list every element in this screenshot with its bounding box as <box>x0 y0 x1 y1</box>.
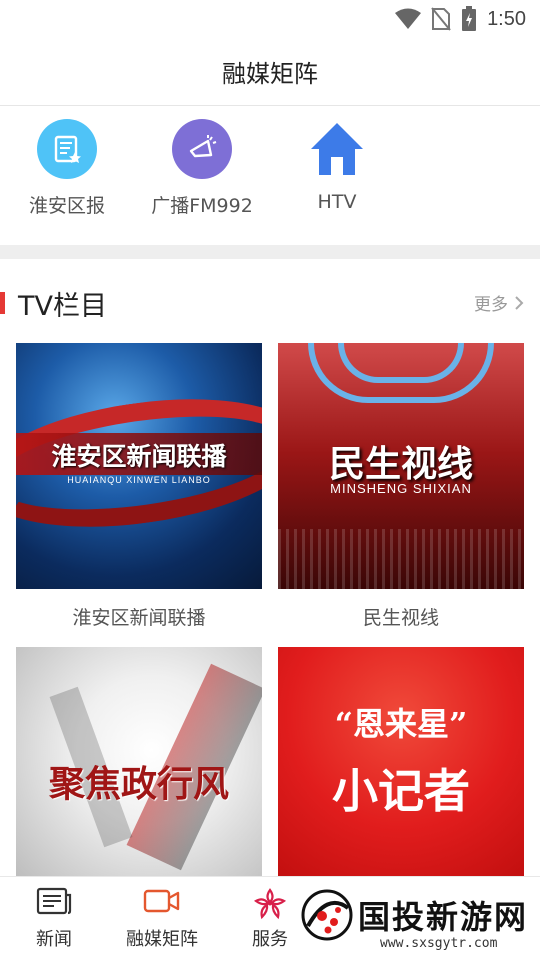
program-title: 淮安区新闻联播 <box>72 607 206 629</box>
watermark-text: 国投新游网 <box>358 898 529 936</box>
watermark-logo-icon <box>301 889 353 941</box>
section-accent-bar <box>0 292 5 314</box>
status-bar: 1:50 <box>0 0 540 38</box>
section-divider <box>0 245 540 259</box>
program-title: 民生视线 <box>362 607 439 629</box>
tab-media-matrix[interactable]: 融媒矩阵 <box>112 887 212 951</box>
thumbnail-title: 民生视线 <box>328 444 473 485</box>
news-icon <box>36 887 72 915</box>
clock: 1:50 <box>487 7 526 30</box>
newspaper-icon <box>37 119 97 179</box>
thumbnail-subtitle: MINSHENG SHIXIAN <box>330 481 472 496</box>
app-header: 融媒矩阵 <box>0 38 540 106</box>
quick-link-label: 广播FM992 <box>151 195 253 217</box>
more-link[interactable]: 更多 <box>474 290 524 315</box>
video-camera-icon <box>143 889 180 913</box>
program-thumbnail: “恩来星” 小记者 <box>278 647 524 877</box>
section-title: TV栏目 <box>18 291 107 322</box>
thumbnail-title: 淮安区新闻联播 <box>51 442 227 471</box>
tv-program-card[interactable]: 民生视线 MINSHENG SHIXIAN 民生视线 <box>278 343 524 630</box>
thumbnail-title: 小记者 <box>332 764 470 818</box>
watermark: 国投新游网 www.sxsgytr.com <box>290 880 540 960</box>
watermark-url: www.sxsgytr.com <box>380 936 498 951</box>
program-thumbnail: 民生视线 MINSHENG SHIXIAN <box>278 343 524 589</box>
quick-links: 淮安区报 广播FM992 HTV <box>0 107 540 245</box>
thumbnail-subtitle: HUAIANQU XINWEN LIANBO <box>67 475 211 485</box>
tab-news[interactable]: 新闻 <box>4 887 104 951</box>
quick-link-label: HTV <box>317 191 357 213</box>
program-thumbnail: 聚焦政行风 <box>16 647 262 877</box>
home-icon <box>307 119 367 179</box>
tab-label: 融媒矩阵 <box>126 929 198 950</box>
section-header: TV栏目 更多 <box>0 272 540 332</box>
chevron-right-icon <box>515 295 524 310</box>
quick-link-newspaper[interactable]: 淮安区报 <box>2 119 132 218</box>
tab-label: 新闻 <box>36 929 72 950</box>
tv-program-card[interactable]: 聚焦政行风 <box>16 647 262 891</box>
program-thumbnail: 淮安区新闻联播 HUAIANQU XINWEN LIANBO <box>16 343 262 589</box>
tv-program-card[interactable]: “恩来星” 小记者 <box>278 647 524 891</box>
no-sim-icon <box>431 7 451 31</box>
more-label: 更多 <box>474 295 508 315</box>
page-title: 融媒矩阵 <box>222 60 318 88</box>
megaphone-icon <box>172 119 232 179</box>
flower-icon <box>253 888 287 920</box>
thumbnail-title: 聚焦政行风 <box>48 763 229 805</box>
quick-link-label: 淮安区报 <box>28 195 105 217</box>
quick-link-radio[interactable]: 广播FM992 <box>137 119 267 218</box>
wifi-icon <box>395 8 422 29</box>
thumbnail-quote: “恩来星” <box>334 705 468 743</box>
quick-link-htv[interactable]: HTV <box>272 119 402 213</box>
battery-charging-icon <box>462 6 477 31</box>
tv-program-card[interactable]: 淮安区新闻联播 HUAIANQU XINWEN LIANBO 淮安区新闻联播 <box>16 343 262 630</box>
